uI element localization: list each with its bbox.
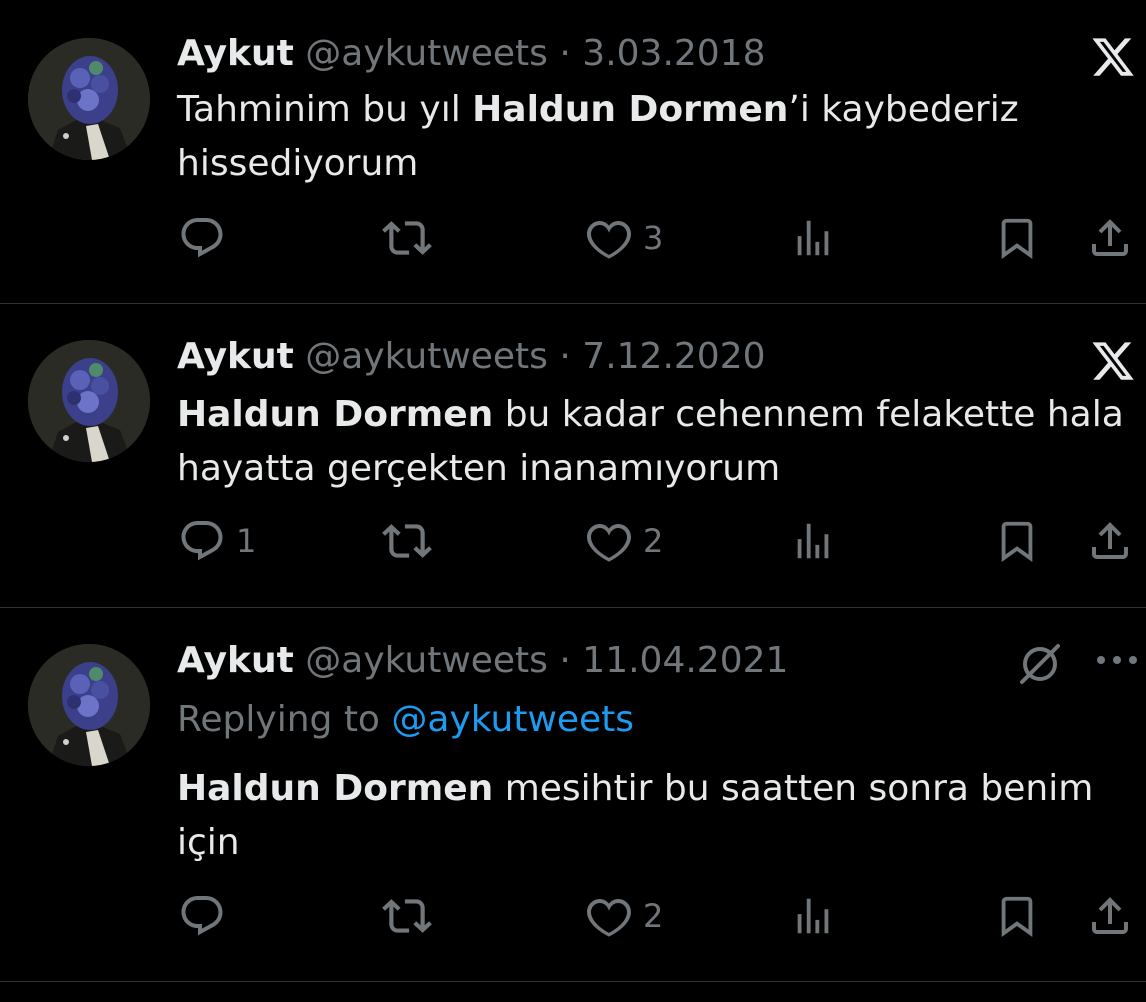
heart-icon [585, 517, 633, 565]
like-count: 2 [643, 522, 664, 560]
tweet-date[interactable]: 3.03.2018 [582, 33, 765, 74]
reply-count: 1 [236, 522, 257, 560]
tweet-2[interactable]: Aykut @aykutweets · 7.12.2020 Haldun Dor… [0, 304, 1146, 608]
heart-icon [585, 214, 633, 262]
more-dots-icon[interactable] [1094, 652, 1140, 672]
separator: · [559, 640, 571, 681]
retweet-icon [382, 516, 432, 566]
reply-button[interactable]: 1 [178, 515, 256, 567]
bookmark-icon [994, 518, 1040, 564]
bookmark-icon [994, 215, 1040, 261]
tweet-header: Aykut @aykutweets · 3.03.2018 [177, 32, 766, 76]
mention-name: Haldun Dormen [472, 89, 789, 130]
share-icon [1086, 892, 1134, 940]
retweet-button[interactable] [382, 212, 442, 264]
action-bar: 3 [0, 212, 1146, 264]
reply-button[interactable] [178, 212, 236, 264]
handle[interactable]: @aykutweets [305, 336, 548, 377]
display-name[interactable]: Aykut [177, 33, 294, 74]
tweet-3[interactable]: Aykut @aykutweets · 11.04.2021 Replying … [0, 608, 1146, 982]
replying-mention[interactable]: @aykutweets [391, 699, 634, 740]
action-bar: 1 2 [0, 515, 1146, 567]
tweet-date[interactable]: 7.12.2020 [582, 336, 765, 377]
display-name[interactable]: Aykut [177, 640, 294, 681]
reply-icon [178, 214, 226, 262]
separator: · [559, 336, 571, 377]
like-count: 2 [643, 897, 664, 935]
tweet-header: Aykut @aykutweets · 7.12.2020 [177, 335, 766, 379]
replying-to: Replying to @aykutweets [177, 698, 634, 742]
views-icon [790, 518, 836, 564]
reply-button[interactable] [178, 890, 236, 942]
mention-name: Haldun Dormen [177, 768, 494, 809]
x-logo-icon [1090, 338, 1136, 388]
retweet-button[interactable] [382, 890, 442, 942]
bookmark-button[interactable] [994, 515, 1040, 567]
like-button[interactable]: 2 [585, 515, 663, 567]
retweet-icon [382, 213, 432, 263]
bookmark-icon [994, 893, 1040, 939]
like-count: 3 [643, 219, 664, 257]
retweet-button[interactable] [382, 515, 442, 567]
views-icon [790, 215, 836, 261]
share-button[interactable] [1086, 890, 1134, 942]
x-logo-icon [1090, 34, 1136, 84]
tweet-text: Haldun Dormen bu kadar cehennem felakett… [177, 388, 1127, 496]
heart-icon [585, 892, 633, 940]
like-button[interactable]: 3 [585, 212, 663, 264]
bookmark-button[interactable] [994, 212, 1040, 264]
handle[interactable]: @aykutweets [305, 640, 548, 681]
text-part: Tahminim bu yıl [177, 89, 473, 130]
handle[interactable]: @aykutweets [305, 33, 548, 74]
tweet-text: Tahminim bu yıl Haldun Dormen’i kaybeder… [177, 83, 1127, 191]
share-button[interactable] [1086, 212, 1134, 264]
like-button[interactable]: 2 [585, 890, 663, 942]
share-icon [1086, 214, 1134, 262]
grok-icon[interactable] [1016, 640, 1064, 692]
share-icon [1086, 517, 1134, 565]
reply-icon [178, 892, 226, 940]
reply-icon [178, 517, 226, 565]
avatar[interactable] [28, 644, 150, 766]
mention-name: Haldun Dormen [177, 394, 494, 435]
bookmark-button[interactable] [994, 890, 1040, 942]
avatar[interactable] [28, 38, 150, 160]
views-button[interactable] [790, 890, 836, 942]
tweet-1[interactable]: Aykut @aykutweets · 3.03.2018 Tahminim b… [0, 0, 1146, 304]
tweet-header: Aykut @aykutweets · 11.04.2021 [177, 639, 788, 683]
tweet-text: Haldun Dormen mesihtir bu saatten sonra … [177, 762, 1127, 870]
action-bar: 2 [0, 890, 1146, 942]
separator: · [559, 33, 571, 74]
tweet-date[interactable]: 11.04.2021 [582, 640, 788, 681]
views-icon [790, 893, 836, 939]
views-button[interactable] [790, 212, 836, 264]
retweet-icon [382, 891, 432, 941]
replying-prefix: Replying to [177, 699, 392, 740]
avatar[interactable] [28, 340, 150, 462]
display-name[interactable]: Aykut [177, 336, 294, 377]
views-button[interactable] [790, 515, 836, 567]
share-button[interactable] [1086, 515, 1134, 567]
